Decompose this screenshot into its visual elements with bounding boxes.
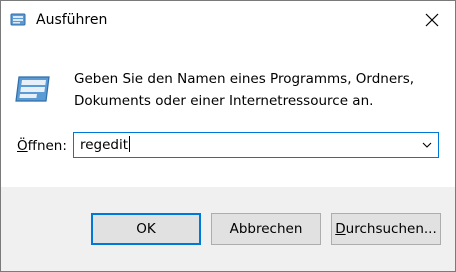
- run-dialog-icon: [10, 13, 26, 26]
- close-icon: [425, 13, 439, 27]
- cancel-button[interactable]: Abbrechen: [211, 213, 321, 245]
- open-label-text: ffnen:: [27, 138, 67, 154]
- open-label: Öffnen:: [17, 136, 67, 156]
- run-dialog-window: Ausführen Geben Sie den Namen eines Prog…: [0, 0, 456, 272]
- ok-button[interactable]: OK: [91, 213, 201, 245]
- browse-mnemonic: D: [335, 221, 346, 237]
- open-input[interactable]: regedit: [80, 135, 131, 155]
- button-bar: OK Abbrechen Durchsuchen...: [1, 187, 455, 271]
- close-button[interactable]: [409, 1, 455, 39]
- chevron-down-icon: [422, 142, 432, 148]
- text-cursor: [129, 136, 131, 152]
- open-input-value: regedit: [80, 137, 129, 153]
- dropdown-button[interactable]: [416, 133, 438, 157]
- window-title: Ausführen: [36, 12, 108, 28]
- instruction-text: Geben Sie den Namen eines Programms, Ord…: [74, 68, 434, 112]
- run-dialog-icon: [15, 76, 50, 102]
- open-label-mnemonic: Ö: [17, 138, 28, 154]
- title-bar[interactable]: Ausführen: [1, 1, 455, 39]
- browse-label: urchsuchen...: [345, 221, 437, 237]
- browse-button[interactable]: Durchsuchen...: [331, 213, 441, 245]
- open-combobox[interactable]: regedit: [73, 132, 439, 158]
- instruction-line-1: Geben Sie den Namen eines Programms, Ord…: [74, 71, 415, 87]
- instruction-line-2: Dokuments oder einer Internetressource a…: [74, 93, 374, 109]
